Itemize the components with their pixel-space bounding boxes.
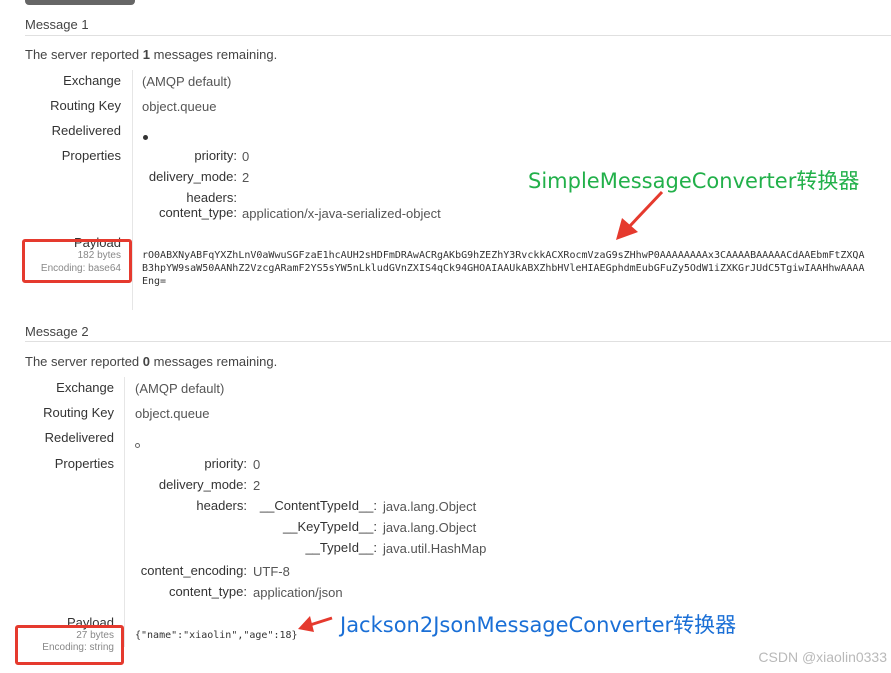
arrow-1-icon [616,190,664,240]
remaining-count: 1 [142,47,151,62]
routing-key-label: Routing Key [43,405,114,420]
summary-suffix: messages remaining. [153,354,278,369]
message-2-column-divider [124,377,125,647]
prop-key: content_encoding: [140,563,247,578]
arrow-2-icon [298,616,333,632]
routing-key-value: object.queue [142,99,217,114]
header-value: java.lang.Object [383,499,477,514]
prop-key: content_type: [168,584,247,599]
prop-key: delivery_mode: [158,477,247,492]
header-key: __TypeId__: [305,540,377,555]
prop-key: headers: [186,190,237,205]
summary-prefix: The server reported [25,354,140,369]
properties-label: Properties [61,148,121,163]
exchange-label: Exchange [63,73,121,88]
message-2-divider [25,341,891,342]
prop-value: 0 [253,457,261,472]
prop-key: priority: [204,456,247,471]
exchange-value: (AMQP default) [135,381,225,396]
prop-value: 2 [253,478,261,493]
jackson-converter-annotation: Jackson2JsonMessageConverter转换器 [340,613,737,637]
prop-key: headers: [196,498,247,513]
redelivered-label: Redelivered [51,123,121,138]
header-key: __KeyTypeId__: [283,519,377,534]
message-2-header: Message 2 [25,324,89,339]
message-1-summary: The server reported 1 messages remaining… [25,47,277,62]
header-key: __ContentTypeId__: [259,498,377,513]
prop-value: application/x-java-serialized-object [242,206,441,221]
message-1-header: Message 1 [25,17,89,32]
exchange-label: Exchange [56,380,114,395]
message-2-summary: The server reported 0 messages remaining… [25,354,277,369]
summary-suffix: messages remaining. [153,47,278,62]
payload-2-highlight-box [15,625,124,665]
properties-label: Properties [54,456,114,471]
redelivered-true-indicator [143,128,148,143]
redelivered-false-indicator [135,436,140,451]
header-value: java.lang.Object [383,520,477,535]
prop-key: delivery_mode: [148,169,237,184]
routing-key-value: object.queue [135,406,210,421]
remaining-count: 0 [142,354,151,369]
prop-value: 2 [242,170,250,185]
payload-2-body[interactable]: {"name":"xiaolin","age":18} [135,629,298,642]
payload-1-body[interactable]: rO0ABXNyABFqYXZhLnV0aWwuSGFzaE1hcAUH2sHD… [142,249,867,288]
prop-key: content_type: [158,205,237,220]
prop-value: application/json [253,585,343,600]
prop-value: UTF-8 [253,564,290,579]
header-value: java.util.HashMap [383,541,487,556]
exchange-value: (AMQP default) [142,74,232,89]
message-1-column-divider [132,70,133,310]
prop-key: priority: [194,148,237,163]
prop-value: 0 [242,149,250,164]
message-1-divider [25,35,891,36]
simple-converter-annotation: SimpleMessageConverter转换器 [528,169,860,193]
watermark: CSDN @xiaolin0333 [758,649,887,665]
summary-prefix: The server reported [25,47,140,62]
routing-key-label: Routing Key [50,98,121,113]
top-tab-bar [25,0,135,5]
redelivered-label: Redelivered [44,430,114,445]
payload-1-highlight-box [22,239,132,283]
